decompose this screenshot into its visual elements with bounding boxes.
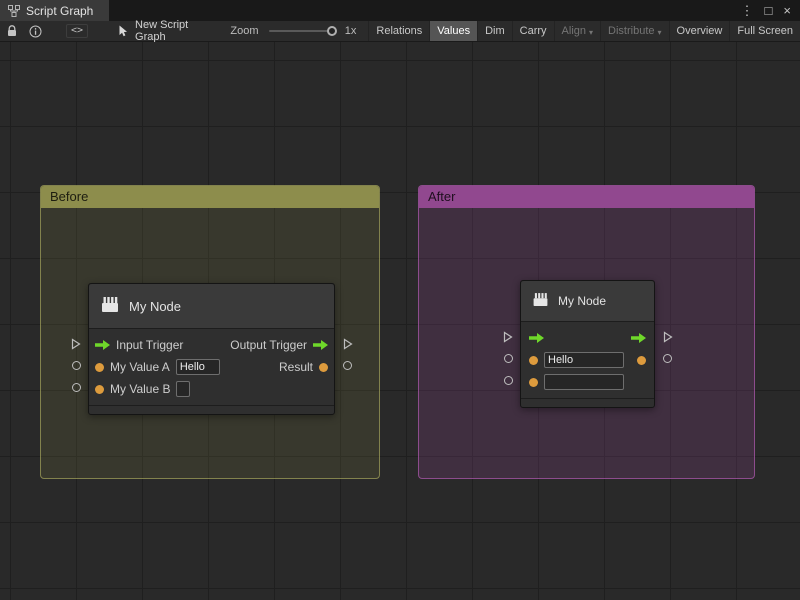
node-title: My Node [558,294,606,308]
toolbar-toggles: Relations Values Dim Carry Align ▾ Distr… [368,21,800,41]
node-header[interactable]: My Node [89,284,334,329]
graph-canvas[interactable]: Before My Node [0,42,800,600]
toggle-label: Full Screen [737,25,793,37]
group-after[interactable]: After My Node [418,185,755,479]
toggle-label: Relations [376,25,422,37]
chevron-down-icon: ▾ [658,28,662,37]
my-value-b-port-icon[interactable] [529,378,538,387]
result-label: Result [279,360,313,374]
output-trigger-label: Output Trigger [230,338,307,352]
my-value-b-input[interactable] [176,381,190,397]
ext-my-value-a-port[interactable] [72,361,81,370]
my-node-icon [99,295,121,318]
graph-cursor-icon [118,25,129,37]
node-footer [521,398,654,407]
overview-button[interactable]: Overview [669,21,730,41]
port-row: Input Trigger Output Trigger [89,334,334,356]
ext-output-trigger-port[interactable] [343,338,353,350]
group-before-label: Before [50,189,88,204]
input-trigger-port-icon[interactable] [95,340,110,350]
port-row: My Value A Result [89,356,334,378]
zoom-slider-track [269,30,331,32]
new-script-graph-breadcrumb[interactable]: New Script Graph [118,19,202,43]
output-trigger-port-icon[interactable] [631,333,646,343]
values-toggle[interactable]: Values [429,21,477,41]
group-after-label: After [428,189,455,204]
my-value-b-input[interactable] [544,374,624,390]
node-body [521,322,654,398]
node-my-node-after[interactable]: My Node [520,280,655,408]
chevron-down-icon: ▾ [589,28,593,37]
lock-icon[interactable] [7,25,17,37]
maximize-icon[interactable]: □ [765,4,773,17]
close-icon[interactable]: × [783,4,791,17]
result-port-icon[interactable] [637,356,646,365]
port-row [521,349,654,371]
ext-result-port[interactable] [343,361,352,370]
port-row: My Value B [89,378,334,400]
fullscreen-button[interactable]: Full Screen [729,21,800,41]
graph-title-label: New Script Graph [135,19,202,43]
input-trigger-label: Input Trigger [116,338,183,352]
zoom-label: Zoom [230,25,258,37]
script-graph-window: Script Graph ⋮ □ × <> [0,0,800,600]
toggle-label: Align [562,25,586,37]
my-value-a-port-icon[interactable] [529,356,538,365]
node-header[interactable]: My Node [521,281,654,322]
tab-bar: Script Graph ⋮ □ × [0,0,800,21]
my-value-b-label: My Value B [110,382,170,396]
node-title: My Node [129,299,181,314]
my-value-a-label: My Value A [110,360,170,374]
script-graph-icon [8,5,20,17]
group-before-header[interactable]: Before [41,186,379,208]
zoom-slider[interactable] [269,24,337,38]
info-icon[interactable] [29,25,42,38]
menu-icon[interactable]: ⋮ [741,4,754,17]
ext-input-trigger-port[interactable] [71,338,81,350]
ext-my-value-b-port[interactable] [72,383,81,392]
distribute-dropdown[interactable]: Distribute ▾ [600,21,668,41]
zoom-slider-knob[interactable] [327,26,337,36]
dim-toggle[interactable]: Dim [477,21,512,41]
result-port-icon[interactable] [319,363,328,372]
node-body: Input Trigger Output Trigger My Valu [89,329,334,405]
my-value-b-port-icon[interactable] [95,385,104,394]
ext-my-value-b-port[interactable] [504,376,513,385]
output-trigger-port-icon[interactable] [313,340,328,350]
node-footer [89,405,334,414]
ext-output-trigger-port[interactable] [663,331,673,343]
my-value-a-port-icon[interactable] [95,363,104,372]
toggle-label: Overview [677,25,723,37]
toggle-label: Values [437,25,470,37]
ext-result-port[interactable] [663,354,672,363]
group-before[interactable]: Before My Node [40,185,380,479]
ext-input-trigger-port[interactable] [503,331,513,343]
tab-script-graph[interactable]: Script Graph [0,0,109,21]
tab-label: Script Graph [26,4,93,18]
code-view-icon[interactable]: <> [66,24,88,38]
ext-my-value-a-port[interactable] [504,354,513,363]
port-row [521,371,654,393]
toggle-label: Carry [520,25,547,37]
toggle-label: Dim [485,25,505,37]
my-value-a-input[interactable] [544,352,624,368]
carry-toggle[interactable]: Carry [512,21,554,41]
port-row [521,327,654,349]
input-trigger-port-icon[interactable] [529,333,544,343]
my-node-icon [531,291,550,312]
window-controls: ⋮ □ × [741,0,800,21]
node-my-node-before[interactable]: My Node Input Trigger Output Trigger [88,283,335,415]
graph-toolbar: <> New Script Graph Zoom 1x Relations Va… [0,21,800,42]
zoom-value: 1x [345,25,357,37]
align-dropdown[interactable]: Align ▾ [554,21,600,41]
toggle-label: Distribute [608,25,654,37]
my-value-a-input[interactable] [176,359,220,375]
relations-toggle[interactable]: Relations [368,21,429,41]
group-after-header[interactable]: After [419,186,754,208]
